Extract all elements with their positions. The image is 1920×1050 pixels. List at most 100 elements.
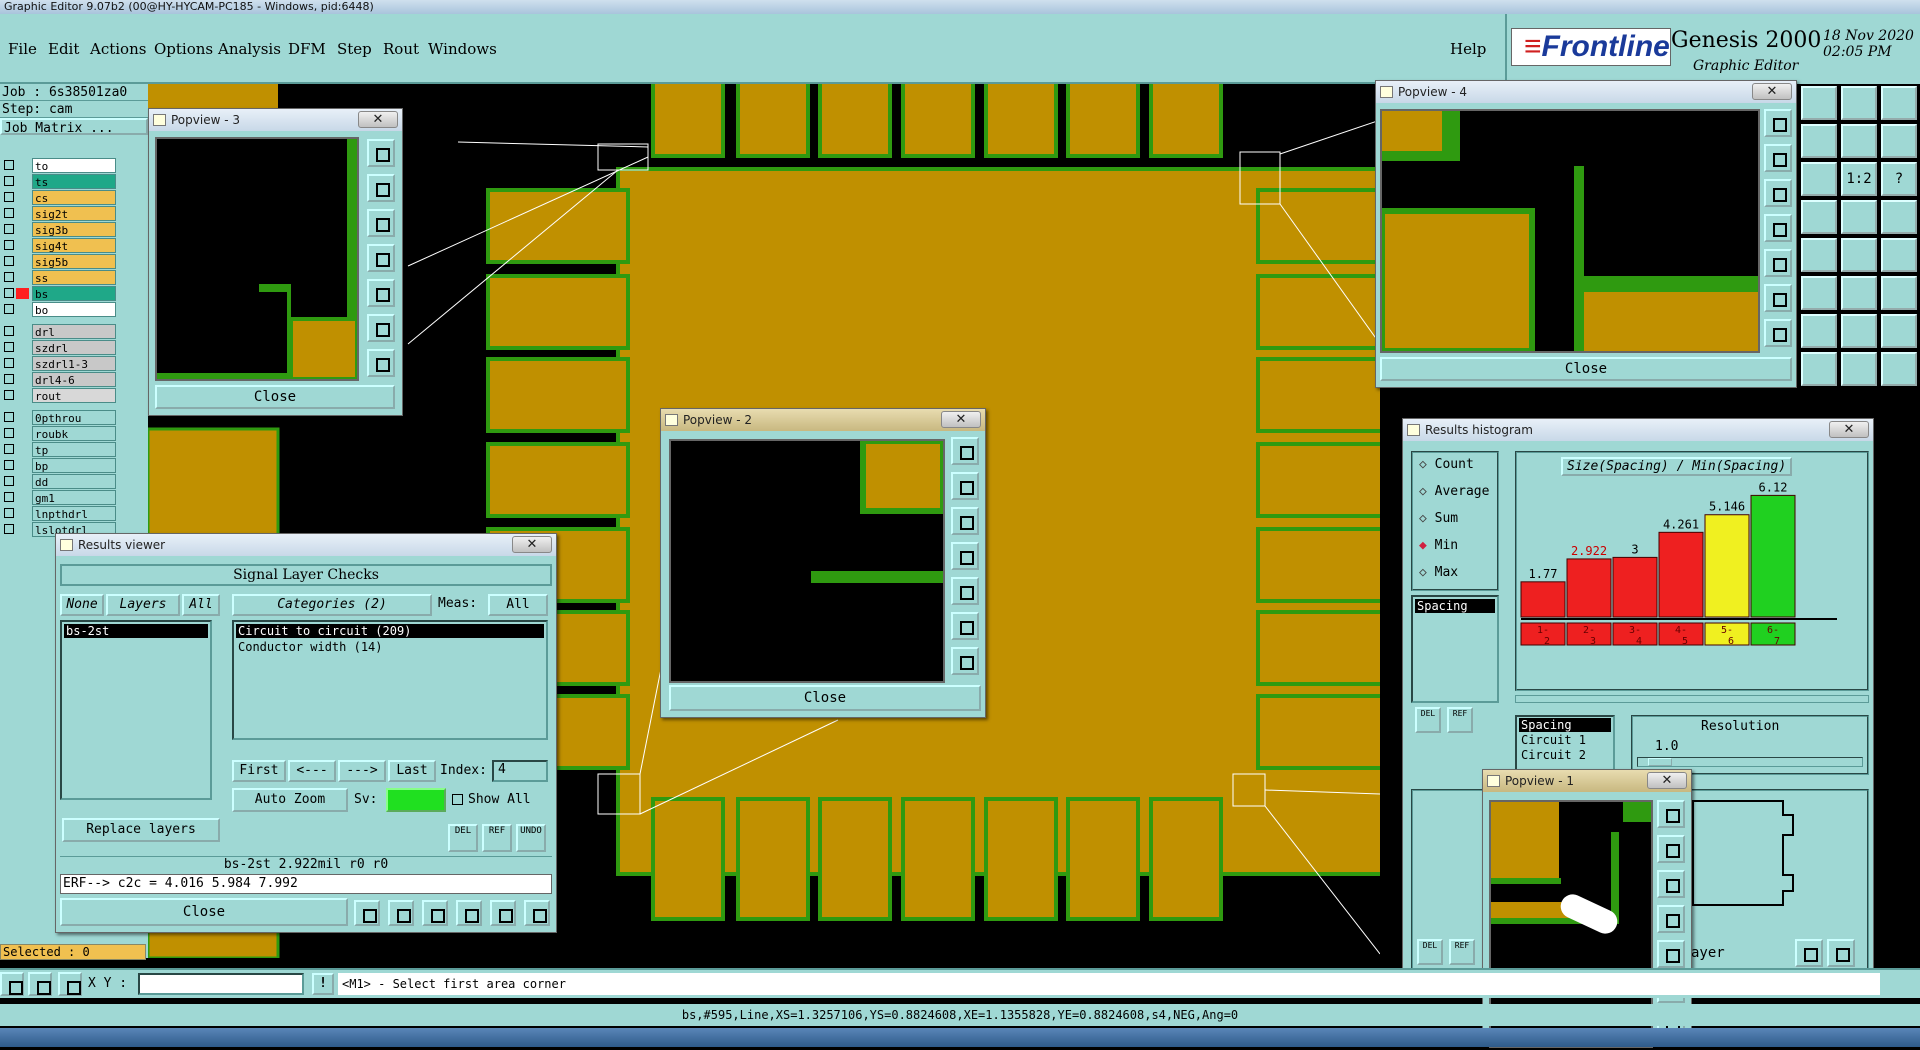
layer-checkbox[interactable] — [4, 460, 14, 470]
layer-checkbox[interactable] — [4, 208, 14, 218]
layer-row[interactable]: to — [0, 158, 118, 173]
tool-icon[interactable] — [1841, 86, 1877, 120]
layer-row[interactable]: dd — [0, 474, 118, 489]
ref-button[interactable]: REF — [482, 824, 512, 852]
layer-name[interactable]: sig5b — [32, 254, 116, 269]
index-input[interactable]: 4 — [492, 760, 548, 782]
view-tool-icon[interactable] — [1764, 179, 1792, 207]
result-tool-icon[interactable] — [354, 900, 380, 926]
tool-icon[interactable] — [1801, 200, 1837, 234]
none-button[interactable]: None — [60, 594, 104, 616]
tool-icon[interactable] — [1881, 276, 1917, 310]
layer-checkbox[interactable] — [4, 192, 14, 202]
stat-option[interactable]: ◇ Max — [1419, 565, 1458, 585]
layer-checkbox[interactable] — [4, 304, 14, 314]
layer-checkbox[interactable] — [4, 224, 14, 234]
menu-actions[interactable]: Actions — [90, 40, 146, 58]
layer-name[interactable]: to — [32, 158, 116, 173]
categories-button[interactable]: Categories (2) — [232, 594, 432, 616]
menu-rout[interactable]: Rout — [383, 40, 419, 58]
result-tool-icon[interactable] — [388, 900, 414, 926]
layer-row[interactable]: sig2t — [0, 206, 118, 221]
popview-2-view[interactable] — [669, 438, 946, 683]
popview-3-close-button[interactable]: Close — [155, 385, 395, 409]
group-list[interactable]: Spacing Circuit 1 Circuit 2 — [1515, 715, 1615, 775]
view-tool-icon[interactable] — [367, 244, 395, 272]
view-tool-icon[interactable] — [1657, 940, 1685, 968]
histogram-bar[interactable] — [1566, 558, 1612, 618]
stat-option[interactable]: ◇ Average — [1419, 484, 1489, 504]
resolution-slider[interactable] — [1637, 757, 1863, 767]
layer-row[interactable]: ss — [0, 270, 118, 285]
histogram-bar[interactable] — [1750, 494, 1796, 618]
layer-name[interactable]: 0pthrou — [32, 410, 116, 425]
del-button[interactable]: DEL — [448, 824, 478, 852]
layer-name[interactable]: drl4-6 — [32, 372, 116, 387]
layer-checkbox[interactable] — [4, 476, 14, 486]
category-item[interactable]: Circuit to circuit (209) — [236, 624, 544, 638]
layer-row[interactable]: sig3b — [0, 222, 118, 237]
layer-row[interactable]: drl — [0, 324, 118, 339]
view-tool-icon[interactable] — [1764, 214, 1792, 242]
view-tool-icon[interactable] — [951, 577, 979, 605]
tool-icon[interactable] — [1801, 276, 1837, 310]
histogram-bar[interactable] — [1704, 514, 1750, 618]
histogram-bar[interactable] — [1658, 531, 1704, 618]
view-tool-icon[interactable] — [367, 139, 395, 167]
meas-select[interactable]: All — [488, 594, 548, 616]
view-tool-icon[interactable] — [951, 437, 979, 465]
metric-list[interactable]: Spacing — [1411, 595, 1499, 703]
layer-checkbox[interactable] — [4, 492, 14, 502]
result-tool-icon[interactable] — [490, 900, 516, 926]
layer-checkbox[interactable] — [4, 508, 14, 518]
view-tool-icon[interactable] — [951, 507, 979, 535]
layer-checkbox[interactable] — [4, 444, 14, 454]
scale-1-2-button[interactable]: 1:2 — [1841, 162, 1877, 196]
view-tool-icon[interactable] — [1657, 800, 1685, 828]
view-tool-icon[interactable] — [367, 314, 395, 342]
stat-option[interactable]: ◇ Count — [1419, 457, 1474, 477]
view-tool-icon[interactable] — [1764, 144, 1792, 172]
tool-icon[interactable] — [1881, 86, 1917, 120]
view-tool-icon[interactable] — [951, 542, 979, 570]
all-button[interactable]: All — [182, 594, 220, 616]
auto-zoom-select[interactable]: Auto Zoom — [232, 788, 348, 812]
view-tool-icon[interactable] — [1657, 835, 1685, 863]
category-list[interactable]: Circuit to circuit (209) Conductor width… — [232, 620, 548, 740]
tool-icon[interactable] — [1841, 352, 1877, 386]
view-tool-icon[interactable] — [1657, 905, 1685, 933]
layer-row[interactable]: sig5b — [0, 254, 118, 269]
view-tool-icon[interactable] — [1764, 284, 1792, 312]
layer-checkbox[interactable] — [4, 288, 14, 298]
layer-checkbox[interactable] — [4, 326, 14, 336]
layer-checkbox[interactable] — [4, 412, 14, 422]
popview-4-view[interactable] — [1379, 109, 1760, 354]
view-tool-icon[interactable] — [1764, 109, 1792, 137]
lower-del-button[interactable]: DEL — [1417, 939, 1443, 965]
show-all-checkbox[interactable] — [452, 794, 463, 805]
layer-name[interactable]: bp — [32, 458, 116, 473]
view-tool-icon[interactable] — [367, 174, 395, 202]
menu-options[interactable]: Options — [154, 40, 213, 58]
stat-option[interactable]: ◇ Sum — [1419, 511, 1458, 531]
menu-windows[interactable]: Windows — [428, 40, 497, 58]
layer-row[interactable]: sig4t — [0, 238, 118, 253]
tool-icon[interactable] — [1841, 276, 1877, 310]
layer-checkbox[interactable] — [4, 524, 14, 534]
layer-checkbox[interactable] — [4, 390, 14, 400]
histogram-bar[interactable] — [1520, 581, 1566, 618]
tool-icon[interactable] — [1801, 314, 1837, 348]
tool-icon[interactable] — [1881, 352, 1917, 386]
layer-name[interactable]: bo — [32, 302, 116, 317]
tool-icon[interactable] — [1881, 238, 1917, 272]
group-item[interactable]: Spacing — [1519, 718, 1611, 732]
view-tool-icon[interactable] — [367, 349, 395, 377]
close-icon[interactable]: ✕ — [512, 536, 552, 553]
tool-icon[interactable] — [1841, 200, 1877, 234]
tool-icon[interactable] — [1881, 200, 1917, 234]
view-tool-icon[interactable] — [367, 209, 395, 237]
hist-ref-button[interactable]: REF — [1447, 707, 1473, 733]
xy-input[interactable] — [138, 973, 304, 995]
popview-2-close-button[interactable]: Close — [669, 685, 981, 711]
prev-button[interactable]: <--- — [288, 760, 336, 782]
